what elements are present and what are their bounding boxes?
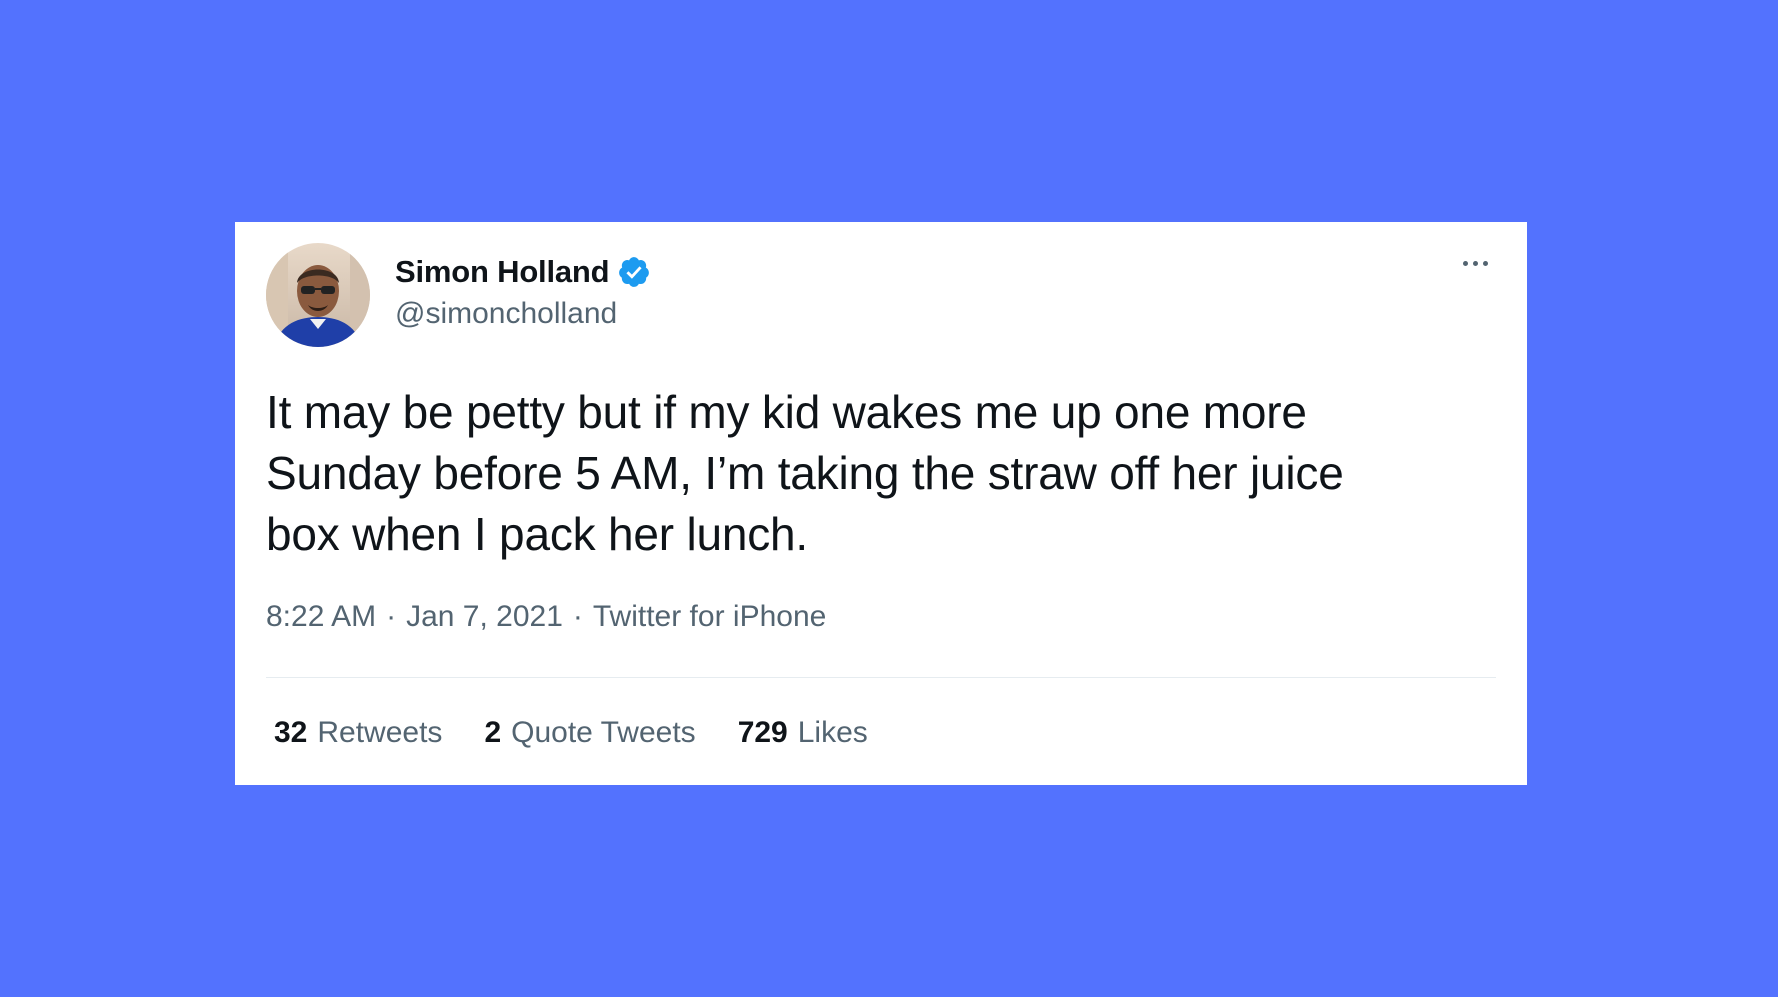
avatar-image	[266, 243, 370, 347]
tweet-date[interactable]: Jan 7, 2021	[406, 600, 563, 634]
retweets-stat[interactable]: 32 Retweets	[274, 716, 442, 750]
author-display-name[interactable]: Simon Holland	[395, 254, 610, 290]
more-dot	[1482, 260, 1488, 266]
tweet-card: Simon Holland @simoncholland It may be p…	[235, 222, 1527, 785]
more-dot	[1462, 260, 1468, 266]
retweets-count: 32	[274, 716, 308, 749]
divider	[266, 677, 1496, 678]
quote-tweets-label: Quote Tweets	[511, 716, 696, 749]
tweet-metadata: 8:22 AM · Jan 7, 2021 · Twitter for iPho…	[266, 600, 826, 634]
author-name-row[interactable]: Simon Holland	[395, 252, 651, 292]
quote-tweets-stat[interactable]: 2 Quote Tweets	[484, 716, 695, 750]
likes-count: 729	[737, 716, 788, 749]
meta-separator: ·	[386, 600, 397, 633]
avatar[interactable]	[266, 243, 370, 347]
meta-separator: ·	[572, 600, 583, 633]
likes-label: Likes	[797, 716, 868, 749]
tweet-stats: 32 Retweets 2 Quote Tweets 729 Likes	[274, 716, 868, 750]
tweet-time[interactable]: 8:22 AM	[266, 600, 376, 634]
retweets-label: Retweets	[317, 716, 443, 749]
verified-badge-icon	[617, 255, 651, 289]
likes-stat[interactable]: 729 Likes	[738, 716, 868, 750]
author-handle[interactable]: @simoncholland	[395, 297, 617, 331]
tweet-text: It may be petty but if my kid wakes me u…	[266, 386, 1344, 560]
more-dot	[1472, 260, 1478, 266]
tweet-source[interactable]: Twitter for iPhone	[593, 600, 826, 634]
quote-tweets-count: 2	[484, 716, 502, 749]
more-options-icon[interactable]	[1455, 248, 1495, 278]
